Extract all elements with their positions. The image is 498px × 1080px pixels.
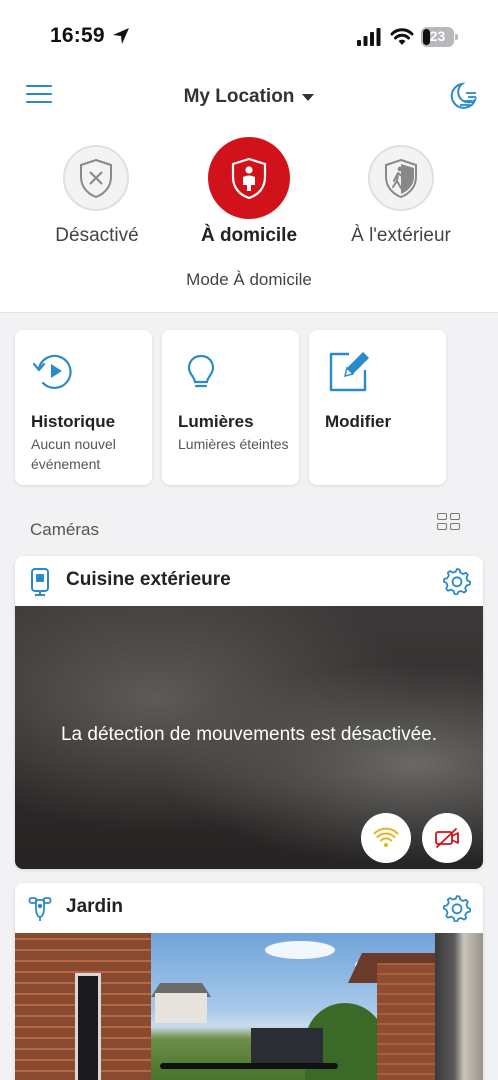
mode-home-label: À domicile [200,225,298,246]
shield-x-icon [80,158,112,199]
gear-icon[interactable] [443,567,471,595]
wifi-signal-button[interactable] [361,813,411,863]
cellular-signal-icon [357,28,381,46]
hamburger-menu-icon[interactable] [26,83,54,107]
mode-status-text: Mode À domicile [186,270,312,289]
status-bar: 16:59 23 [0,0,498,72]
wifi-signal-icon [373,827,399,847]
home-indicator[interactable] [160,1063,338,1069]
grid-view-icon[interactable] [437,513,461,531]
history-play-icon [32,354,72,389]
mode-away-circle [368,145,434,211]
camera-header: Jardin [15,883,483,933]
night-mode-moon-icon[interactable] [446,81,478,111]
mode-disarmed-button[interactable]: Désactivé [40,143,154,253]
camera-feed-preview[interactable] [15,933,483,1080]
location-arrow-icon [113,28,129,44]
mode-away-label: À l'extérieur [351,225,451,246]
history-tile[interactable]: Historique Aucun nouvel événement [15,330,152,485]
camera-off-button[interactable] [422,813,472,863]
lightbulb-icon [187,354,215,388]
modify-title: Modifier [325,412,392,431]
camera-off-icon [435,828,459,848]
camera-name: Jardin [66,896,124,917]
shield-person-icon [231,157,267,200]
mode-home-button[interactable]: À domicile [188,137,310,253]
mode-disarmed-label: Désactivé [55,225,139,246]
shield-running-person-icon [385,158,417,199]
wifi-icon [390,28,414,45]
chevron-down-icon [302,93,315,101]
camera-header: Cuisine extérieure [15,556,483,606]
lights-tile[interactable]: Lumières Lumières éteintes [162,330,299,485]
location-selector[interactable]: My Location [160,84,338,110]
edit-pencil-icon [329,352,369,392]
mode-home-circle [208,137,290,219]
camera-name: Cuisine extérieure [66,569,231,590]
lights-title: Lumières [178,412,254,431]
history-title: Historique [31,412,116,431]
stick-up-cam-icon [31,568,49,596]
camera-card-cuisine[interactable]: Cuisine extérieure La détection de mouve… [15,556,483,869]
top-panel: 16:59 23 My Location Désactivé À domicil… [0,0,498,313]
cameras-section-label: Caméras [30,520,99,539]
location-name: My Location [183,86,295,107]
motion-detection-message: La détection de mouvements est désactivé… [60,724,437,745]
history-subtitle: Aucun nouvel événement [31,436,116,472]
floodlight-cam-icon [28,897,52,921]
camera-feed-preview[interactable]: La détection de mouvements est désactivé… [15,606,483,869]
mode-disarmed-circle [63,145,129,211]
lights-subtitle: Lumières éteintes [178,436,289,452]
camera-card-jardin[interactable]: Jardin [15,883,483,1080]
status-time: 16:59 [50,24,105,47]
battery-icon: 23 [421,27,459,47]
battery-level: 23 [429,28,446,44]
modify-tile[interactable]: Modifier [309,330,446,485]
mode-away-button[interactable]: À l'extérieur [340,143,462,253]
gear-icon[interactable] [443,894,471,922]
